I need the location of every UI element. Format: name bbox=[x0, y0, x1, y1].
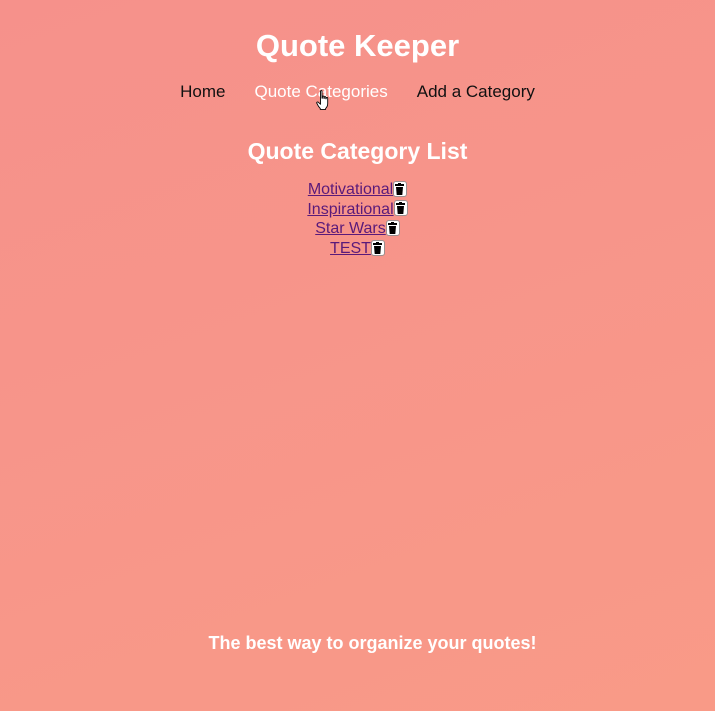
trash-icon bbox=[372, 241, 382, 254]
delete-category-button[interactable] bbox=[370, 239, 385, 256]
nav-add-category[interactable]: Add a Category bbox=[417, 81, 535, 103]
trash-icon bbox=[395, 202, 405, 215]
app-title: Quote Keeper bbox=[255, 28, 460, 63]
list-item: TEST bbox=[0, 239, 715, 259]
nav-quote-categories[interactable]: Quote Categories bbox=[254, 81, 387, 103]
main-nav: Home Quote Categories Add a Category bbox=[0, 81, 715, 103]
category-list: Motivational Inspirational Star Wars TES… bbox=[0, 180, 715, 259]
category-link[interactable]: Motivational bbox=[308, 181, 393, 198]
footer-tagline: The best way to organize your quotes! bbox=[208, 633, 537, 653]
category-link[interactable]: Inspirational bbox=[307, 201, 393, 218]
delete-category-button[interactable] bbox=[385, 220, 400, 237]
list-item: Motivational bbox=[0, 180, 715, 200]
trash-icon bbox=[387, 222, 397, 235]
category-link[interactable]: Star Wars bbox=[315, 220, 386, 237]
list-item: Inspirational bbox=[0, 200, 715, 220]
delete-category-button[interactable] bbox=[393, 200, 408, 217]
section-title: Quote Category List bbox=[247, 138, 468, 164]
list-item: Star Wars bbox=[0, 219, 715, 239]
nav-home[interactable]: Home bbox=[180, 81, 225, 103]
category-link[interactable]: TEST bbox=[330, 240, 371, 257]
trash-icon bbox=[395, 182, 405, 195]
delete-category-button[interactable] bbox=[393, 180, 408, 197]
